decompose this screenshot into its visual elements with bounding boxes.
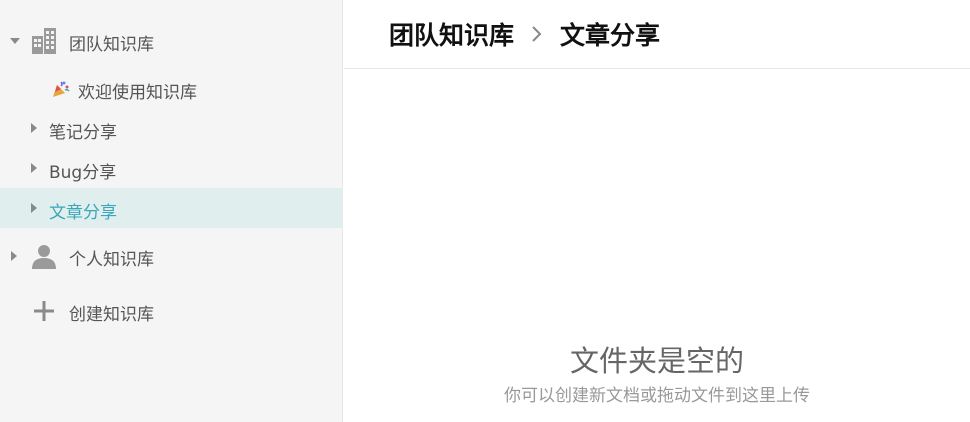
sidebar-item-label: 笔记分享	[49, 123, 117, 143]
sidebar: 团队知识库 欢迎使用知识库 笔记分享 Bug分享 文章分享 个人知识库 创建知识…	[0, 0, 343, 422]
breadcrumb-parent[interactable]: 团队知识库	[389, 16, 514, 52]
sidebar-item-label: 文章分享	[49, 203, 117, 223]
caret-right-icon[interactable]	[11, 251, 17, 261]
empty-state-subtitle: 你可以创建新文档或拖动文件到这里上传	[504, 386, 810, 406]
breadcrumb-current: 文章分享	[560, 21, 661, 50]
main-content: 团队知识库 文章分享 文件夹是空的 你可以创建新文档或拖动文件到这里上传	[344, 0, 970, 422]
sidebar-item-team-kb[interactable]: 团队知识库	[0, 20, 343, 62]
caret-right-icon[interactable]	[31, 163, 37, 173]
building-icon	[32, 28, 56, 54]
chevron-right-icon	[526, 23, 548, 45]
party-popper-icon	[52, 80, 70, 98]
sidebar-item-label: 团队知识库	[69, 35, 154, 55]
create-kb-button[interactable]: 创建知识库	[0, 290, 343, 332]
sidebar-item-personal-kb[interactable]: 个人知识库	[0, 235, 343, 277]
breadcrumb: 团队知识库 文章分享	[344, 0, 970, 69]
sidebar-item-label: 个人知识库	[69, 250, 154, 270]
sidebar-item-notes[interactable]: 笔记分享	[0, 108, 343, 148]
sidebar-item-label: Bug分享	[49, 163, 117, 183]
sidebar-item-bug[interactable]: Bug分享	[0, 148, 343, 188]
plus-icon	[34, 301, 54, 321]
sidebar-item-welcome[interactable]: 欢迎使用知识库	[0, 68, 343, 108]
create-kb-label: 创建知识库	[69, 305, 154, 325]
caret-right-icon[interactable]	[31, 203, 37, 213]
caret-down-icon[interactable]	[10, 38, 20, 44]
user-icon	[32, 243, 56, 269]
sidebar-item-articles[interactable]: 文章分享	[0, 188, 343, 228]
sidebar-item-label: 欢迎使用知识库	[78, 83, 197, 103]
empty-state-title: 文件夹是空的	[569, 344, 744, 378]
caret-right-icon[interactable]	[31, 123, 37, 133]
